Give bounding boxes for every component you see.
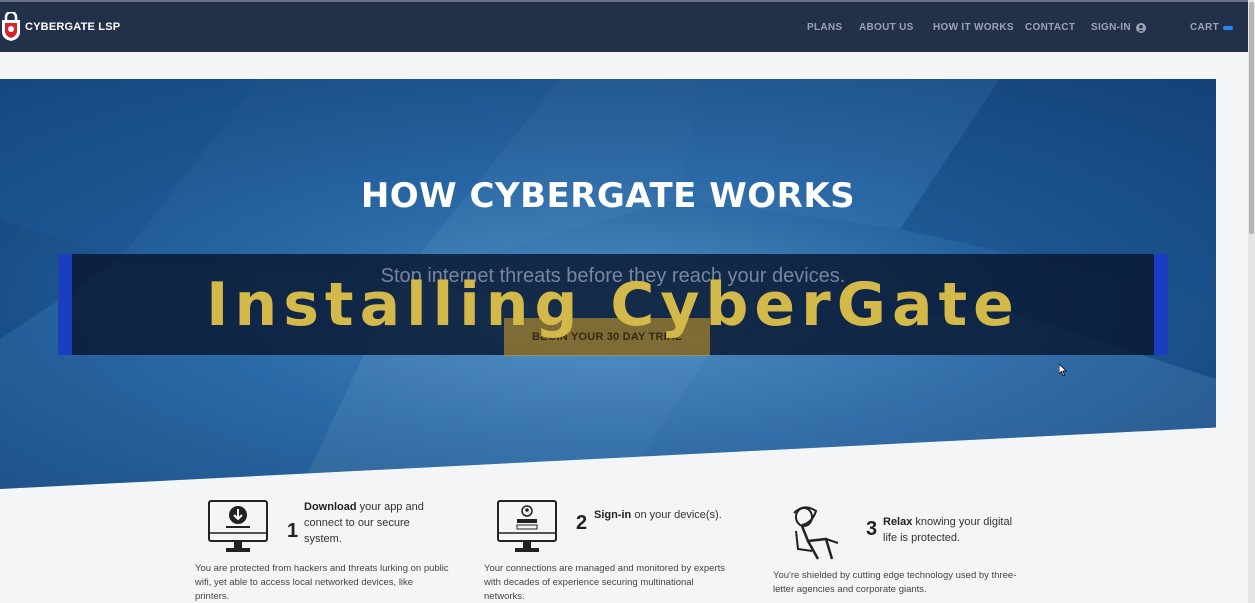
signin-monitor-icon <box>497 500 557 552</box>
step-description: You are protected from hackers and threa… <box>195 563 449 602</box>
step-heading-text: on your device(s). <box>631 509 722 521</box>
step-description: Your connections are managed and monitor… <box>484 563 725 602</box>
nav-sign-in[interactable]: SIGN-IN <box>1091 22 1146 33</box>
nav-cart[interactable]: CART <box>1190 22 1233 33</box>
mouse-cursor-icon <box>1059 364 1067 376</box>
brand-name: CYBERGATE LSP <box>25 21 121 33</box>
step-number: 1 <box>287 520 299 542</box>
page: CYBERGATE LSP PLANS ABOUT US HOW IT WORK… <box>0 0 1255 603</box>
nav-contact[interactable]: CONTACT <box>1025 22 1075 33</box>
hero-title: HOW CYBERGATE WORKS <box>360 176 856 216</box>
step-heading-bold: Sign-in <box>594 509 632 521</box>
user-circle-icon <box>1135 22 1146 33</box>
step-heading: Relax knowing your digital life is prote… <box>883 514 1023 546</box>
nav-sign-in-label: SIGN-IN <box>1091 22 1131 33</box>
top-navbar: CYBERGATE LSP PLANS ABOUT US HOW IT WORK… <box>0 0 1248 52</box>
brand[interactable]: CYBERGATE LSP <box>0 12 120 42</box>
step-heading: Sign-in on your device(s). <box>594 507 734 523</box>
step-number: 3 <box>866 518 878 540</box>
shield-logo-icon <box>2 12 20 41</box>
nav-about-us[interactable]: ABOUT US <box>859 22 914 33</box>
nav-cart-label: CART <box>1190 22 1219 33</box>
start-trial-button[interactable]: BEGIN YOUR 30 DAY TRIAL <box>504 318 710 356</box>
step-number: 2 <box>576 512 588 534</box>
page-scrollbar[interactable] <box>1248 0 1255 603</box>
scrollbar-thumb[interactable] <box>1249 2 1254 234</box>
step-heading-bold: Download <box>304 501 357 513</box>
relax-person-icon <box>793 506 839 560</box>
cart-indicator-icon <box>1222 25 1233 30</box>
step-description: You're shielded by cutting edge technolo… <box>773 570 1017 595</box>
nav-plans[interactable]: PLANS <box>807 22 842 33</box>
step-heading-bold: Relax <box>883 516 913 528</box>
step-heading: Download your app and connect to our sec… <box>304 499 434 547</box>
download-monitor-icon <box>208 500 268 552</box>
nav-how-it-works[interactable]: HOW IT WORKS <box>933 22 1014 33</box>
hero-subtitle: Stop internet threats before they reach … <box>380 265 846 287</box>
caption-banner: Stop internet threats before they reach … <box>58 254 1168 356</box>
